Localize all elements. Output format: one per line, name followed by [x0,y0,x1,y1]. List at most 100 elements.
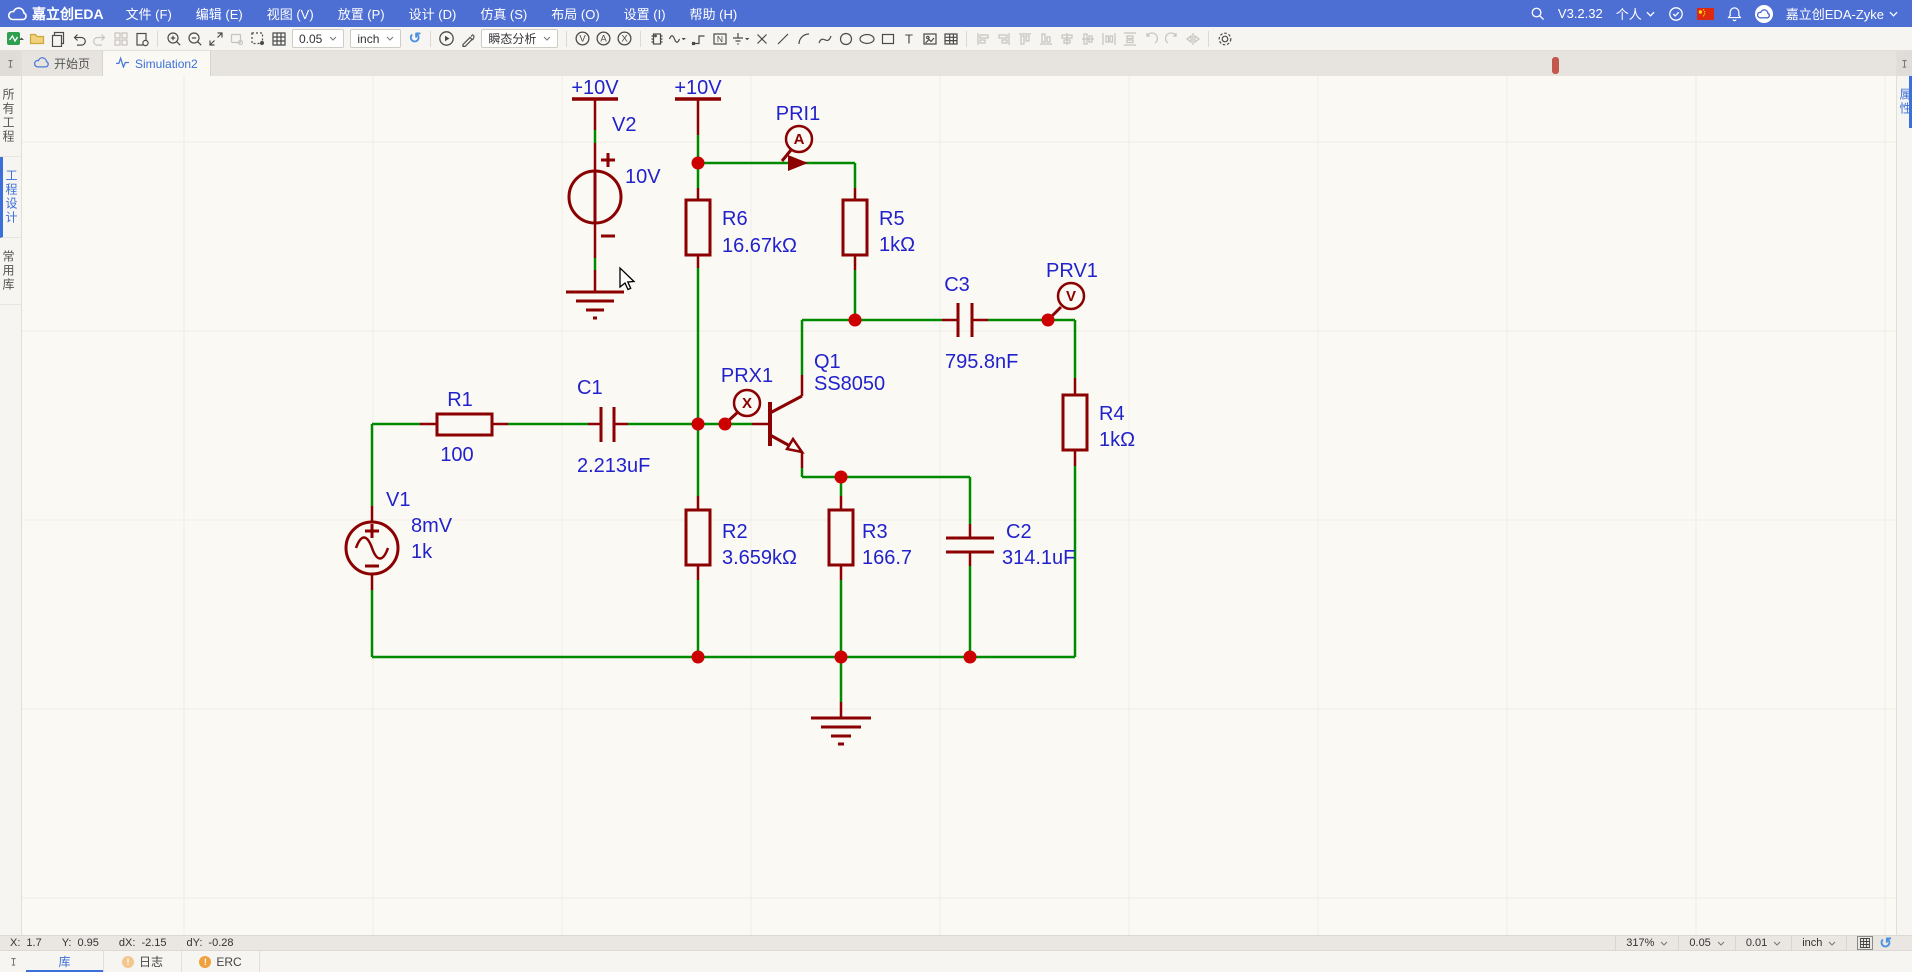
search-icon[interactable] [1530,6,1545,21]
component-C3[interactable]: C3 795.8nF [944,274,1018,373]
draw-arc-button[interactable] [793,28,814,50]
sidebar-item-properties[interactable]: 属性 [1897,76,1912,128]
draw-rect-button[interactable] [877,28,898,50]
language-flag-icon[interactable] [1697,8,1714,20]
menu-layout[interactable]: 布局 (O) [539,0,611,27]
probe-pen-button[interactable] [457,28,478,50]
menu-settings[interactable]: 设置 (I) [612,0,678,27]
snap-size-dropdown[interactable]: 0.01 [1735,936,1791,951]
draw-text-button[interactable]: T [898,28,919,50]
align-left-button[interactable] [972,28,993,50]
menu-edit[interactable]: 编辑 (E) [184,0,255,27]
menu-simulation[interactable]: 仿真 (S) [468,0,539,27]
bottom-tab-library[interactable]: 库 [26,951,104,972]
current-probe-button[interactable]: A [593,28,614,50]
canvas-reset-icon[interactable]: ↺ [404,28,425,50]
place-wire-button[interactable] [688,28,709,50]
zoom-fit-button[interactable] [205,28,226,50]
scrollbar-thumb[interactable] [1552,57,1559,74]
left-pin-icon[interactable] [0,51,21,76]
selection-grid-button[interactable] [110,28,131,50]
component-V1-signal-source[interactable]: V1 8mV 1k [346,489,453,574]
rotate-clockwise-button[interactable] [1161,28,1182,50]
menu-place[interactable]: 放置 (P) [326,0,397,27]
align-right-button[interactable] [993,28,1014,50]
menu-design[interactable]: 设计 (D) [397,0,469,27]
power-flag-10v-left[interactable]: +10V [571,77,619,99]
component-V2-voltage-source[interactable]: V2 10V [569,114,661,236]
user-menu[interactable]: 嘉立创EDA-Zyke [1786,4,1898,23]
redo-button[interactable] [89,28,110,50]
probe-PRV1-voltage[interactable]: PRV1 V [1046,260,1098,317]
grid-size-dropdown[interactable]: 0.05 [292,29,344,48]
sidebar-item-common-library[interactable]: 常用库 [0,238,21,305]
probe-PRI1-current[interactable]: PRI1 A [776,103,820,171]
bottom-pin-icon[interactable] [0,951,26,972]
bottom-tab-erc[interactable]: ! ERC [182,951,260,972]
component-R2[interactable]: R2 3.659kΩ [686,510,797,569]
run-simulation-button[interactable] [436,28,457,50]
canvas-reset-status-icon[interactable]: ↺ [1879,936,1892,951]
align-bottom-button[interactable] [1035,28,1056,50]
app-schematic-icon[interactable] [5,28,26,50]
tab-start-page[interactable]: 开始页 [22,51,103,76]
sidebar-item-project-design[interactable]: 工程设计 [0,157,21,238]
place-component-button[interactable] [646,28,667,50]
insert-table-button[interactable] [940,28,961,50]
unit-status-dropdown[interactable]: inch [1791,936,1846,951]
draw-ellipse-button[interactable] [856,28,877,50]
draw-bezier-button[interactable] [814,28,835,50]
component-C2[interactable]: C2 314.1uF [946,521,1075,569]
insert-image-button[interactable] [919,28,940,50]
component-Q1-transistor[interactable]: Q1 SS8050 [770,351,885,452]
grid-size-status-dropdown[interactable]: 0.05 [1678,936,1734,951]
distribute-vertical-button[interactable] [1119,28,1140,50]
component-R4[interactable]: R4 1kΩ [1063,395,1135,451]
schematic-canvas[interactable]: +10V +10V V2 10V R6 16.67kΩ R5 1kΩ R4 1k… [22,76,1896,935]
grid-toggle-button[interactable] [268,28,289,50]
align-horizontal-center-button[interactable] [1056,28,1077,50]
align-vertical-center-button[interactable] [1077,28,1098,50]
component-R3[interactable]: R3 166.7 [829,510,912,569]
menu-help[interactable]: 帮助 (H) [678,0,750,27]
no-connect-button[interactable] [751,28,772,50]
mirror-horizontal-button[interactable] [1182,28,1203,50]
zoom-out-button[interactable] [184,28,205,50]
app-logo[interactable]: 嘉立创EDA [0,4,114,24]
ground-symbol-top[interactable] [566,292,624,318]
zoom-level-dropdown[interactable]: 317% [1615,936,1678,951]
right-pin-icon[interactable] [1897,51,1912,76]
tab-simulation2[interactable]: Simulation2 [103,51,211,76]
voltage-probe-button[interactable]: V [572,28,593,50]
place-source-button[interactable] [667,28,688,50]
ground-symbol-bottom[interactable] [811,718,871,744]
component-R1[interactable]: R1 100 [437,389,492,466]
general-probe-button[interactable]: X [614,28,635,50]
rotate-counterclockwise-button[interactable] [1140,28,1161,50]
account-menu[interactable]: 个人 [1616,4,1655,23]
marquee-select-button[interactable] [247,28,268,50]
menu-view[interactable]: 视图 (V) [255,0,326,27]
settings-gear-button[interactable] [1214,28,1235,50]
draw-line-button[interactable] [772,28,793,50]
copy-document-button[interactable] [47,28,68,50]
cloud-sync-icon[interactable] [1668,6,1684,22]
component-C1[interactable]: C1 2.213uF [577,377,650,477]
grid-style-button[interactable]: ↺ [1846,936,1902,951]
menu-file[interactable]: 文件 (F) [114,0,184,27]
draw-circle-button[interactable] [835,28,856,50]
zoom-region-button[interactable] [226,28,247,50]
undo-button[interactable] [68,28,89,50]
place-ground-button[interactable] [730,28,751,50]
analysis-type-dropdown[interactable]: 瞬态分析 [481,29,558,48]
sidebar-item-all-projects[interactable]: 所有工程 [0,76,21,157]
probe-PRX1[interactable]: PRX1 X [721,365,773,422]
paste-button[interactable] [131,28,152,50]
align-top-button[interactable] [1014,28,1035,50]
open-folder-button[interactable] [26,28,47,50]
place-netlabel-button[interactable]: N [709,28,730,50]
distribute-horizontal-button[interactable] [1098,28,1119,50]
unit-dropdown[interactable]: inch [350,29,401,48]
zoom-in-button[interactable] [163,28,184,50]
bottom-tab-log[interactable]: ! 日志 [104,951,182,972]
